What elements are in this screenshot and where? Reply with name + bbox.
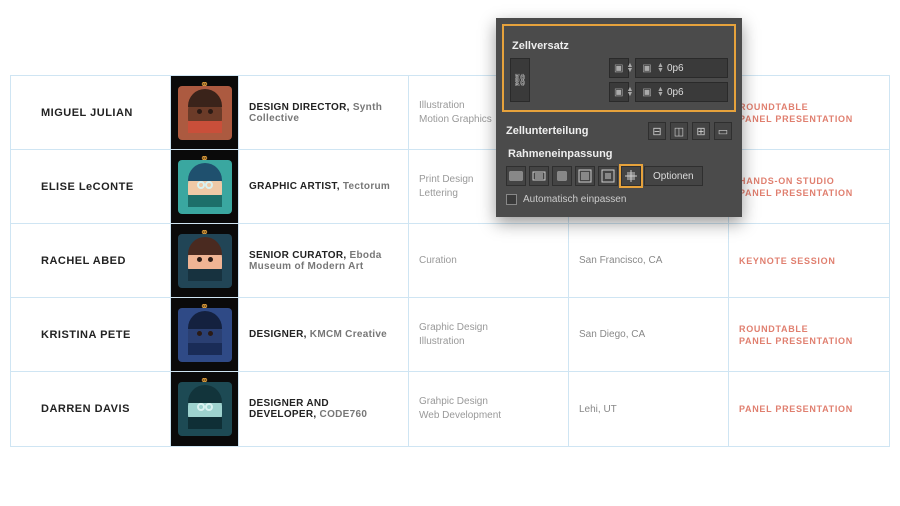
inset-top-icon: ▣ bbox=[614, 61, 623, 75]
skill-item: Graphic Design bbox=[419, 321, 558, 335]
stepper-icon[interactable]: ▲▼ bbox=[626, 87, 633, 97]
cell-options-panel: Zellversatz ▣ ▲▼ 0p6 ⛓ ▣ ▲▼ 0p6 ▣ ▲▼ 0p6… bbox=[496, 18, 742, 217]
org-label: Tectorum bbox=[343, 181, 390, 192]
skills-cell: Grahpic DesignWeb Development bbox=[409, 372, 569, 446]
stepper-icon[interactable]: ▲▼ bbox=[657, 63, 664, 73]
name-cell: KRISTINA PETE bbox=[11, 298, 171, 371]
avatar-cell[interactable]: ⚭ bbox=[171, 372, 239, 446]
role-label: DESIGNER AND DEVELOPER, CODE760 bbox=[249, 398, 398, 420]
skill-item: Grahpic Design bbox=[419, 395, 558, 409]
role-label: SENIOR CURATOR, Eboda Museum of Modern A… bbox=[249, 250, 398, 272]
tag-item: PANEL PRESENTATION bbox=[739, 336, 879, 346]
title-cell: DESIGNER, KMCM Creative bbox=[239, 298, 409, 371]
name-cell: RACHEL ABED bbox=[11, 224, 171, 297]
avatar bbox=[178, 160, 232, 214]
merge-cells-button[interactable]: ▭ bbox=[714, 122, 732, 140]
skill-item: Curation bbox=[419, 254, 558, 268]
inset-left-value: 0p6 bbox=[667, 63, 684, 74]
link-insets-toggle[interactable]: ⛓ bbox=[510, 58, 530, 102]
role-label: DESIGN DIRECTOR, Synth Collective bbox=[249, 102, 398, 124]
tags-cell: ROUNDTABLE PANEL PRESENTATION bbox=[729, 298, 889, 371]
skills-cell: Curation bbox=[409, 224, 569, 297]
avatar bbox=[178, 86, 232, 140]
inset-left-field[interactable]: ▣ ▲▼ 0p6 bbox=[635, 58, 728, 78]
tags-cell: PANEL PRESENTATION bbox=[729, 372, 889, 446]
avatar-cell[interactable]: ⚭ bbox=[171, 150, 239, 223]
inset-left-icon: ▣ bbox=[640, 61, 654, 75]
division-tools: ⊟ ◫ ⊞ ▭ bbox=[648, 122, 732, 140]
inset-right-value: 0p6 bbox=[667, 87, 684, 98]
split-vertical-button[interactable]: ◫ bbox=[670, 122, 688, 140]
tag-item: KEYNOTE SESSION bbox=[739, 256, 879, 266]
split-horizontal-button[interactable]: ⊟ bbox=[648, 122, 666, 140]
skills-cell: Graphic DesignIllustration bbox=[409, 298, 569, 371]
stepper-icon[interactable]: ▲▼ bbox=[626, 63, 633, 73]
name-cell: MIGUEL JULIAN bbox=[11, 76, 171, 149]
tags-cell: HANDS-ON STUDIO PANEL PRESENTATION bbox=[729, 150, 889, 223]
tag-item: HANDS-ON STUDIO bbox=[739, 176, 879, 186]
avatar-cell[interactable]: ⚭ bbox=[171, 298, 239, 371]
inset-bottom-field[interactable]: ▣ ▲▼ 0p6 bbox=[609, 82, 629, 102]
tag-item: ROUNDTABLE bbox=[739, 102, 879, 112]
name-cell: ELISE LeCONTE bbox=[11, 150, 171, 223]
divisions-row: Zellunterteilung ⊟ ◫ ⊞ ▭ bbox=[506, 122, 732, 140]
fitting-row: Optionen bbox=[506, 166, 732, 186]
location-cell: San Diego, CA bbox=[569, 298, 729, 371]
location-cell: Lehi, UT bbox=[569, 372, 729, 446]
inset-grid: ▣ ▲▼ 0p6 ⛓ ▣ ▲▼ 0p6 ▣ ▲▼ 0p6 ▣ ▲▼ 0p6 bbox=[510, 58, 728, 102]
fit-content-frame-button[interactable] bbox=[575, 166, 595, 186]
fitting-options-button[interactable]: Optionen bbox=[644, 166, 703, 186]
tag-item: PANEL PRESENTATION bbox=[739, 188, 879, 198]
name-cell: DARREN DAVIS bbox=[11, 372, 171, 446]
table-row[interactable]: MIGUEL JULIAN⚭ DESIGN DIRECTOR, Synth Col… bbox=[11, 76, 889, 150]
avatar bbox=[178, 234, 232, 288]
clip-content-button[interactable] bbox=[621, 166, 641, 186]
fit-fill-frame-button[interactable] bbox=[506, 166, 526, 186]
section-title-divisions: Zellunterteilung bbox=[506, 125, 589, 137]
section-title-inset: Zellversatz bbox=[512, 40, 728, 52]
tags-cell: KEYNOTE SESSION bbox=[729, 224, 889, 297]
title-cell: SENIOR CURATOR, Eboda Museum of Modern A… bbox=[239, 224, 409, 297]
auto-fit-row[interactable]: Automatisch einpassen bbox=[506, 194, 732, 205]
table-row[interactable]: KRISTINA PETE⚭ DESIGNER, KMCM Creative Gra… bbox=[11, 298, 889, 372]
center-content-button[interactable] bbox=[598, 166, 618, 186]
skill-item: Illustration bbox=[419, 335, 558, 349]
tag-item: ROUNDTABLE bbox=[739, 324, 879, 334]
title-cell: DESIGNER AND DEVELOPER, CODE760 bbox=[239, 372, 409, 446]
table-row[interactable]: ELISE LeCONTE⚭GRAPHIC ARTIST, TectorumPr… bbox=[11, 150, 889, 224]
role-label: DESIGNER, KMCM Creative bbox=[249, 329, 398, 340]
inset-right-field[interactable]: ▣ ▲▼ 0p6 bbox=[635, 82, 728, 102]
avatar-cell[interactable]: ⚭ bbox=[171, 224, 239, 297]
auto-fit-checkbox[interactable] bbox=[506, 194, 517, 205]
split-both-button[interactable]: ⊞ bbox=[692, 122, 710, 140]
title-cell: GRAPHIC ARTIST, Tectorum bbox=[239, 150, 409, 223]
inset-bottom-icon: ▣ bbox=[614, 85, 623, 99]
data-table: MIGUEL JULIAN⚭DESIGN DIRECTOR, Synth Col… bbox=[10, 75, 890, 447]
title-cell: DESIGN DIRECTOR, Synth Collective bbox=[239, 76, 409, 149]
fit-frame-content-button[interactable] bbox=[552, 166, 572, 186]
avatar bbox=[178, 308, 232, 362]
org-label: KMCM Creative bbox=[310, 329, 387, 340]
cell-inset-highlight: Zellversatz ▣ ▲▼ 0p6 ⛓ ▣ ▲▼ 0p6 ▣ ▲▼ 0p6… bbox=[502, 24, 736, 112]
tag-item: PANEL PRESENTATION bbox=[739, 114, 879, 124]
fit-content-prop-button[interactable] bbox=[529, 166, 549, 186]
org-label: CODE760 bbox=[320, 409, 368, 420]
table-row[interactable]: DARREN DAVIS⚭ DESIGNER AND DEVELOPER, COD… bbox=[11, 372, 889, 446]
location-cell: San Francisco, CA bbox=[569, 224, 729, 297]
section-title-fitting: Rahmeneinpassung bbox=[508, 148, 732, 160]
stepper-icon[interactable]: ▲▼ bbox=[657, 87, 664, 97]
tags-cell: ROUNDTABLE PANEL PRESENTATION bbox=[729, 76, 889, 149]
auto-fit-label: Automatisch einpassen bbox=[523, 194, 626, 205]
inset-right-icon: ▣ bbox=[640, 85, 654, 99]
tag-item: PANEL PRESENTATION bbox=[739, 404, 879, 414]
table-row[interactable]: RACHEL ABED⚭ SENIOR CURATOR, Eboda Museum… bbox=[11, 224, 889, 298]
role-label: GRAPHIC ARTIST, Tectorum bbox=[249, 181, 398, 192]
avatar bbox=[178, 382, 232, 436]
inset-top-field[interactable]: ▣ ▲▼ 0p6 bbox=[609, 58, 629, 78]
avatar-cell[interactable]: ⚭ bbox=[171, 76, 239, 149]
skill-item: Web Development bbox=[419, 409, 558, 423]
